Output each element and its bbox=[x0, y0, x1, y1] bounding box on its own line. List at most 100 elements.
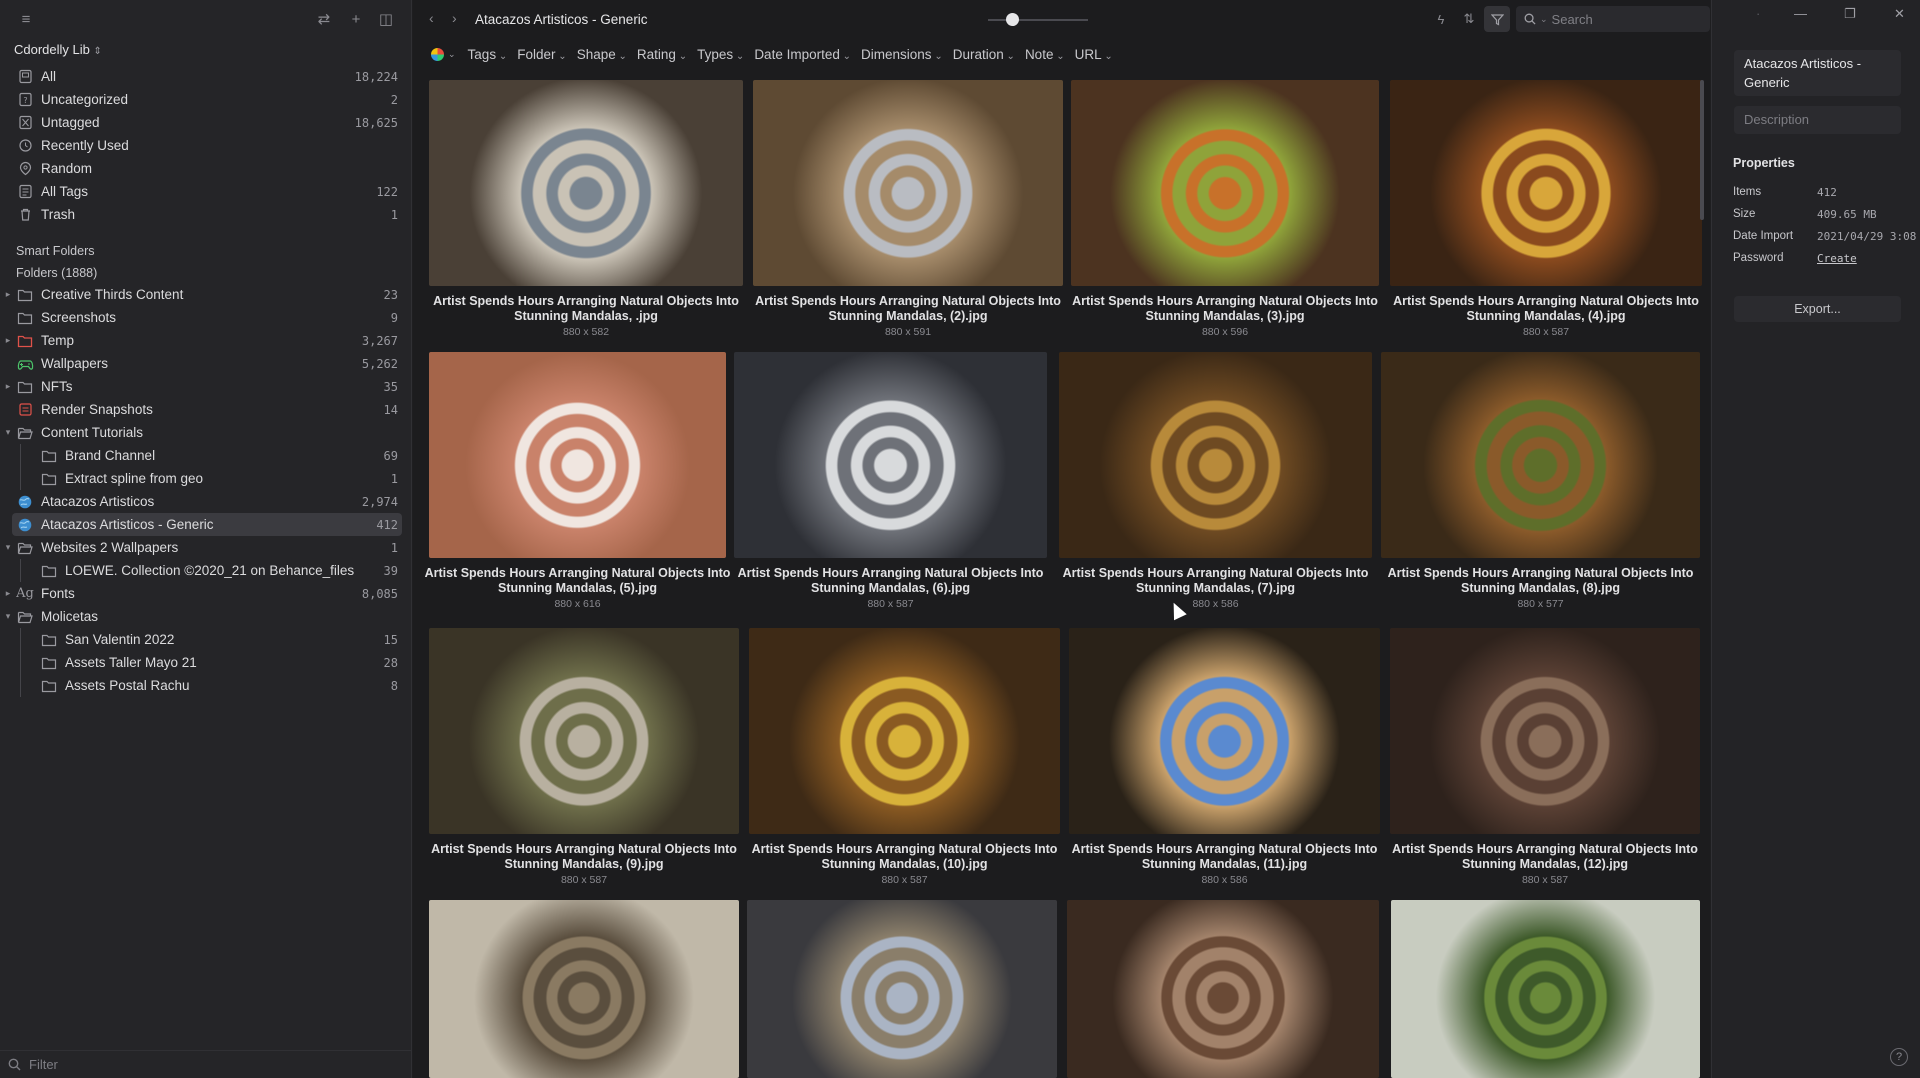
menu-icon[interactable]: ≡ bbox=[16, 10, 36, 30]
item-thumbnail[interactable] bbox=[1069, 628, 1380, 834]
item-thumbnail[interactable] bbox=[1390, 628, 1700, 834]
sidebar-folder-6[interactable]: Render Snapshots 14 bbox=[0, 398, 412, 421]
library-switcher[interactable]: Cdordelly Lib ⇕ bbox=[14, 42, 102, 57]
item-thumbnail[interactable] bbox=[749, 628, 1060, 834]
filter-icon[interactable] bbox=[1484, 6, 1510, 32]
item-thumbnail[interactable] bbox=[429, 628, 739, 834]
filter-tags[interactable]: Tags bbox=[468, 47, 508, 62]
sidebar-folder-label: Extract spline from geo bbox=[65, 471, 204, 486]
folder-icon bbox=[40, 562, 58, 580]
close-icon[interactable]: ✕ bbox=[1894, 6, 1905, 22]
item-thumbnail[interactable] bbox=[734, 352, 1047, 558]
color-filter-icon[interactable] bbox=[431, 47, 444, 61]
zoom-slider-knob[interactable] bbox=[1006, 13, 1019, 26]
sidebar-folder-15[interactable]: ▾ Molicetas bbox=[0, 605, 412, 628]
sidebar-folder-9[interactable]: Extract spline from geo 1 bbox=[0, 467, 412, 490]
sidebar-folder-2[interactable]: Screenshots 9 bbox=[0, 306, 412, 329]
sidebar-folder-5[interactable]: ▸ NFTs 35 bbox=[0, 375, 412, 398]
sidebar-folder-14[interactable]: ▸ Ag Fonts 8,085 bbox=[0, 582, 412, 605]
lightning-icon[interactable]: ϟ bbox=[1428, 6, 1454, 32]
sidebar-item-all-tags[interactable]: All Tags 122 bbox=[0, 180, 412, 203]
item-thumbnail[interactable] bbox=[429, 352, 726, 558]
sidebar-item-uncategorized[interactable]: ? Uncategorized 2 bbox=[0, 88, 412, 111]
chevron-icon[interactable]: ▸ bbox=[0, 335, 16, 346]
sidebar-item-trash[interactable]: Trash 1 bbox=[0, 203, 412, 226]
sync-icon[interactable]: ⇄ bbox=[314, 10, 334, 30]
tags-icon bbox=[16, 183, 34, 201]
item-thumbnail[interactable] bbox=[1381, 352, 1700, 558]
pin-icon[interactable]: · bbox=[1756, 6, 1760, 21]
sidebar-folder-18[interactable]: Assets Postal Rachu 8 bbox=[0, 674, 412, 697]
back-icon[interactable]: ‹ bbox=[429, 10, 434, 26]
item-count: 2 bbox=[390, 92, 398, 107]
add-icon[interactable]: + bbox=[346, 10, 366, 30]
sidebar-filter[interactable]: Filter bbox=[0, 1050, 412, 1078]
sidebar-folder-10[interactable]: Atacazos Artisticos 2,974 bbox=[0, 490, 412, 513]
folder-count: 1 bbox=[390, 471, 398, 486]
item-thumbnail[interactable] bbox=[1067, 900, 1379, 1078]
filter-rating[interactable]: Rating bbox=[637, 47, 687, 62]
filter-dimensions[interactable]: Dimensions bbox=[861, 47, 943, 62]
maximize-icon[interactable]: ❐ bbox=[1844, 6, 1856, 22]
sidebar-folder-17[interactable]: Assets Taller Mayo 21 28 bbox=[0, 651, 412, 674]
sidebar-folder-12[interactable]: ▾ Websites 2 Wallpapers 1 bbox=[0, 536, 412, 559]
zoom-slider[interactable] bbox=[988, 13, 1088, 26]
chevron-icon[interactable]: ▾ bbox=[0, 427, 16, 438]
filter-input[interactable]: Filter bbox=[29, 1057, 58, 1072]
sidebar-folder-label: LOEWE. Collection ©2020_21 on Behance_fi… bbox=[65, 563, 355, 578]
chevron-icon[interactable]: ▾ bbox=[0, 542, 16, 553]
filter-url[interactable]: URL bbox=[1075, 47, 1113, 62]
folder-icon bbox=[16, 424, 34, 442]
folder-count: 28 bbox=[383, 655, 398, 670]
item-thumbnail[interactable] bbox=[1390, 80, 1702, 286]
sidebar-item-recently-used[interactable]: Recently Used bbox=[0, 134, 412, 157]
item-thumbnail[interactable] bbox=[747, 900, 1057, 1078]
sidebar-folder-8[interactable]: Brand Channel 69 bbox=[0, 444, 412, 467]
chevron-icon[interactable]: ▸ bbox=[0, 588, 16, 599]
sidebar-folder-4[interactable]: Wallpapers 5,262 bbox=[0, 352, 412, 375]
grid-scrollbar[interactable] bbox=[1700, 80, 1704, 220]
filter-types[interactable]: Types bbox=[697, 47, 744, 62]
item-thumbnail[interactable] bbox=[753, 80, 1063, 286]
sidebar-folder-13[interactable]: LOEWE. Collection ©2020_21 on Behance_fi… bbox=[0, 559, 412, 582]
minimize-icon[interactable]: — bbox=[1794, 6, 1807, 21]
item-dimensions: 880 x 587 bbox=[1521, 874, 1569, 886]
filter-note[interactable]: Note bbox=[1025, 47, 1065, 62]
chevron-down-icon[interactable]: ⌄ bbox=[448, 49, 456, 60]
forward-icon[interactable]: › bbox=[452, 10, 457, 26]
sidebar-folder-16[interactable]: San Valentin 2022 15 bbox=[0, 628, 412, 651]
sidebar-folder-3[interactable]: ▸ Temp 3,267 bbox=[0, 329, 412, 352]
chevron-icon[interactable]: ▸ bbox=[0, 289, 16, 300]
search-input[interactable]: ⌄ Search bbox=[1516, 6, 1710, 32]
sidebar-folder-1[interactable]: ▸ Creative Thirds Content 23 bbox=[0, 283, 412, 306]
filter-shape[interactable]: Shape bbox=[577, 47, 627, 62]
main-toolbar: ‹ › Atacazos Artisticos - Generic ϟ ⇅ ⌄ … bbox=[413, 0, 1710, 40]
sidebar-item-all[interactable]: All 18,224 bbox=[0, 65, 412, 88]
item-count: 1 bbox=[390, 207, 398, 222]
folders-heading[interactable]: Folders (1888) bbox=[0, 262, 412, 283]
folder-name-field[interactable]: Atacazos Artisticos - Generic bbox=[1734, 50, 1901, 96]
layout-icon[interactable]: ◫ bbox=[376, 10, 396, 30]
sidebar-folder-11[interactable]: Atacazos Artisticos - Generic 412 bbox=[12, 513, 402, 536]
filter-date-imported[interactable]: Date Imported bbox=[754, 47, 851, 62]
sidebar-item-random[interactable]: Random bbox=[0, 157, 412, 180]
item-thumbnail[interactable] bbox=[1391, 900, 1700, 1078]
description-field[interactable]: Description bbox=[1734, 106, 1901, 134]
item-thumbnail[interactable] bbox=[1071, 80, 1379, 286]
property-value[interactable]: Create bbox=[1817, 252, 1857, 265]
sort-icon[interactable]: ⇅ bbox=[1456, 6, 1482, 32]
filter-duration[interactable]: Duration bbox=[953, 47, 1015, 62]
item-thumbnail[interactable] bbox=[429, 900, 739, 1078]
item-thumbnail[interactable] bbox=[429, 80, 743, 286]
smart-folders-heading[interactable]: Smart Folders bbox=[0, 240, 412, 262]
export-button[interactable]: Export... bbox=[1734, 296, 1901, 322]
item-count: 122 bbox=[376, 184, 398, 199]
sidebar-folder-7[interactable]: ▾ Content Tutorials bbox=[0, 421, 412, 444]
item-dimensions: 880 x 596 bbox=[1201, 326, 1249, 338]
item-thumbnail[interactable] bbox=[1059, 352, 1372, 558]
filter-folder[interactable]: Folder bbox=[517, 47, 566, 62]
chevron-icon[interactable]: ▸ bbox=[0, 381, 16, 392]
help-icon[interactable]: ? bbox=[1890, 1048, 1908, 1066]
chevron-icon[interactable]: ▾ bbox=[0, 611, 16, 622]
sidebar-item-untagged[interactable]: Untagged 18,625 bbox=[0, 111, 412, 134]
